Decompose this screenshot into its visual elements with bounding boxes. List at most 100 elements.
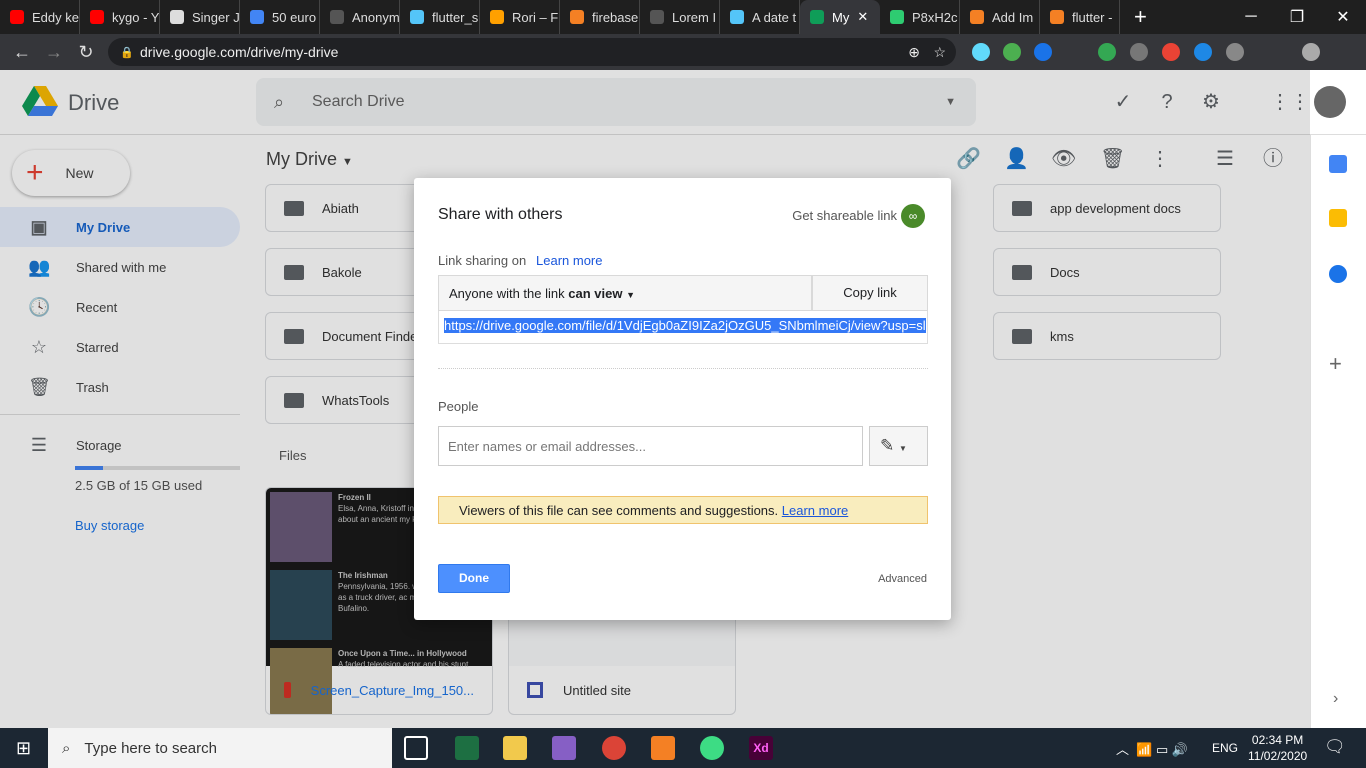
- link-toggle-icon[interactable]: ∞: [901, 204, 925, 228]
- extension-icon[interactable]: [1034, 43, 1052, 61]
- browser-tab[interactable]: Singer J: [160, 0, 240, 34]
- advanced-link[interactable]: Advanced: [878, 573, 927, 585]
- keep-icon[interactable]: [1329, 209, 1347, 227]
- android-studio-icon[interactable]: [700, 736, 724, 760]
- tab-title: flutter_s: [432, 9, 479, 25]
- language-indicator[interactable]: ENG: [1212, 741, 1238, 755]
- windows-start-icon[interactable]: ⊞: [16, 738, 31, 759]
- browser-tab[interactable]: My ✕: [800, 0, 880, 34]
- browser-tab[interactable]: kygo - Y: [80, 0, 160, 34]
- taskbar-search-input[interactable]: ⌕ Type here to search: [48, 728, 392, 768]
- people-label: People: [438, 399, 479, 414]
- extension-icon[interactable]: [972, 43, 990, 61]
- access-level-dropdown[interactable]: Anyone with the link can view ▼: [438, 275, 812, 311]
- task-view-icon[interactable]: [404, 736, 428, 760]
- minimize-button[interactable]: ─: [1228, 0, 1274, 34]
- browser-tab[interactable]: firebase: [560, 0, 640, 34]
- new-tab-button[interactable]: +: [1120, 4, 1161, 30]
- people-input[interactable]: Enter names or email addresses...: [438, 426, 863, 466]
- notifications-icon[interactable]: 🗨: [1324, 737, 1346, 757]
- bookmark-star-icon[interactable]: ☆: [933, 44, 946, 61]
- extension-icon[interactable]: [1098, 43, 1116, 61]
- extension-icon[interactable]: [1003, 43, 1021, 61]
- browser-tab[interactable]: P8xH2c: [880, 0, 960, 34]
- tab-favicon-icon: [810, 10, 824, 24]
- browser-tab[interactable]: flutter_s: [400, 0, 480, 34]
- download-icon[interactable]: [1226, 43, 1244, 61]
- tab-title: My: [832, 9, 850, 25]
- edit-pencil-icon: ✎: [880, 436, 895, 455]
- restore-button[interactable]: ❐: [1274, 0, 1320, 34]
- link-sharing-status: Link sharing on: [438, 253, 527, 268]
- tab-title: 50 euro: [272, 9, 317, 25]
- viewers-notice: Viewers of this file can see comments an…: [438, 496, 928, 524]
- browser-tab[interactable]: Anonym: [320, 0, 400, 34]
- back-icon[interactable]: ←: [6, 42, 38, 63]
- tab-favicon-icon: [10, 10, 24, 24]
- dropdown-arrow-icon: ▼: [626, 290, 635, 300]
- forward-icon[interactable]: →: [38, 42, 70, 63]
- search-icon: ⌕: [62, 739, 71, 757]
- tab-title: Anonym: [352, 9, 400, 25]
- browser-tab[interactable]: Add Im: [960, 0, 1040, 34]
- tab-favicon-icon: [650, 10, 664, 24]
- tab-favicon-icon: [330, 10, 344, 24]
- windows-taskbar: ⊞ ⌕ Type here to search Xd ︿ 📶 ▭ 🔊 ENG 02…: [0, 728, 1366, 768]
- taskbar-search-placeholder: Type here to search: [84, 739, 217, 757]
- share-dialog: Share with others Get shareable link ∞ L…: [414, 178, 951, 620]
- url-text: drive.google.com/drive/my-drive: [140, 44, 339, 60]
- divider: [438, 368, 928, 369]
- browser-tab-strip: Eddy ke kygo - Y Singer J 50 euro Anonym flut…: [0, 0, 1366, 34]
- tray-icons[interactable]: ︿ 📶 ▭ 🔊: [1116, 739, 1188, 758]
- tab-title: P8xH2c: [912, 9, 958, 25]
- tab-title: kygo - Y: [112, 9, 160, 25]
- extension-icon[interactable]: [1194, 43, 1212, 61]
- access-level: can view: [568, 286, 623, 301]
- close-window-button[interactable]: ✕: [1320, 0, 1366, 34]
- permission-dropdown[interactable]: ✎ ▼: [869, 426, 928, 466]
- excel-icon[interactable]: [455, 736, 479, 760]
- tab-title: Lorem I: [672, 9, 717, 25]
- clock-date: 11/02/2020: [1248, 749, 1308, 763]
- account-avatar[interactable]: [1314, 86, 1346, 118]
- add-icon[interactable]: ⊕: [908, 44, 920, 61]
- browser-tab[interactable]: 50 euro: [240, 0, 320, 34]
- browser-tab[interactable]: Lorem I: [640, 0, 720, 34]
- tab-favicon-icon: [490, 10, 504, 24]
- notice-text: Viewers of this file can see comments an…: [459, 503, 779, 518]
- browser-tab[interactable]: flutter -: [1040, 0, 1120, 34]
- browser-tab[interactable]: Eddy ke: [0, 0, 80, 34]
- tasks-icon[interactable]: [1329, 265, 1347, 283]
- visual-studio-icon[interactable]: [552, 736, 576, 760]
- share-link-field[interactable]: https://drive.google.com/file/d/1VdjEgb0…: [438, 311, 928, 344]
- calendar-icon[interactable]: [1329, 155, 1347, 173]
- browser-tab[interactable]: A date t: [720, 0, 800, 34]
- share-link-text: https://drive.google.com/file/d/1VdjEgb0…: [444, 318, 926, 333]
- extension-icon[interactable]: [1130, 43, 1148, 61]
- reload-icon[interactable]: ↻: [70, 42, 102, 63]
- tab-close-icon[interactable]: ✕: [857, 9, 868, 25]
- add-addon-icon[interactable]: +: [1329, 351, 1342, 377]
- clock[interactable]: 02:34 PM 11/02/2020: [1248, 732, 1307, 764]
- tab-title: firebase: [592, 9, 639, 25]
- copy-link-button[interactable]: Copy link: [812, 275, 928, 311]
- tab-title: Add Im: [992, 9, 1034, 25]
- extension-icon[interactable]: [1162, 43, 1180, 61]
- adobe-xd-icon[interactable]: Xd: [749, 736, 773, 760]
- file-explorer-icon[interactable]: [503, 736, 527, 760]
- learn-more-link[interactable]: Learn more: [536, 253, 602, 268]
- tab-favicon-icon: [730, 10, 744, 24]
- get-shareable-link[interactable]: Get shareable link: [792, 208, 897, 223]
- browser-tab[interactable]: Rori – F: [480, 0, 560, 34]
- notice-learn-more-link[interactable]: Learn more: [782, 503, 848, 518]
- done-button[interactable]: Done: [438, 564, 510, 593]
- tab-title: Eddy ke: [32, 9, 79, 25]
- chrome-icon[interactable]: [602, 736, 626, 760]
- vlc-icon[interactable]: [651, 736, 675, 760]
- access-text: Anyone with the link: [449, 286, 569, 301]
- tab-favicon-icon: [250, 10, 264, 24]
- profile-avatar[interactable]: [1302, 43, 1320, 61]
- tab-favicon-icon: [970, 10, 984, 24]
- address-bar[interactable]: 🔒 drive.google.com/drive/my-drive ⊕ ☆: [108, 38, 956, 66]
- expand-panel-icon[interactable]: ›: [1333, 690, 1338, 708]
